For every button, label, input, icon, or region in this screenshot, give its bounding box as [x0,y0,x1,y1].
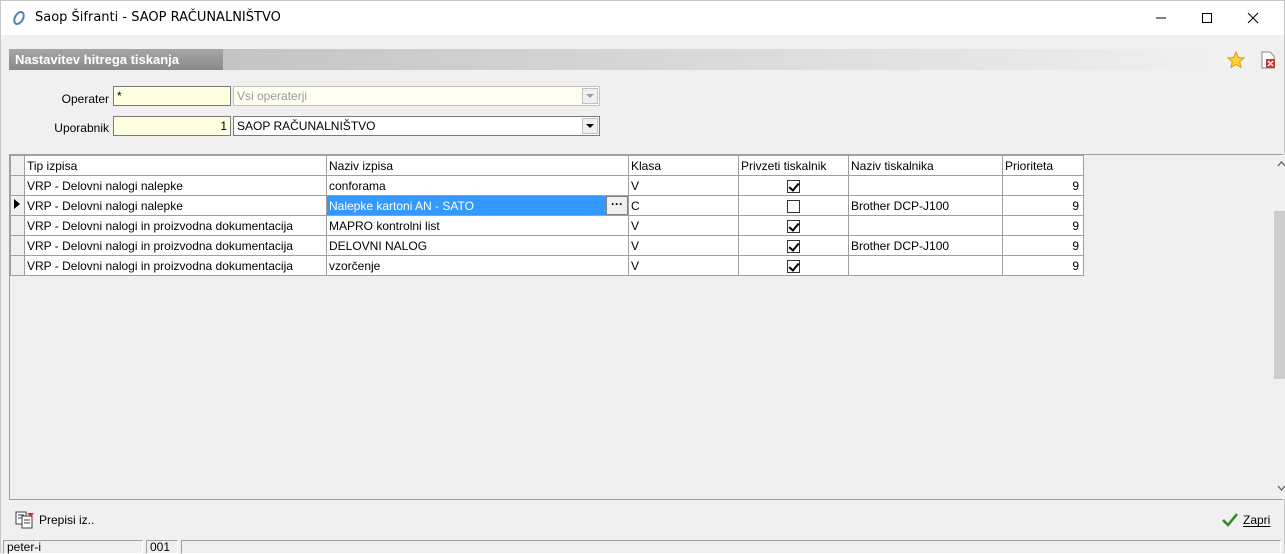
checkbox-checked[interactable] [787,259,800,273]
window-title: Saop Šifranti - SAOP RAČUNALNIŠTVO [35,10,281,25]
cell-naziv[interactable]: vzorčenje [326,255,629,276]
cell-tip[interactable]: VRP - Delovni nalogi in proizvodna dokum… [24,255,327,276]
cell-naziv[interactable]: conforama [326,175,629,196]
table-row[interactable]: VRP - Delovni nalogi nalepke conforama V… [10,175,1084,196]
column-header-prioriteta[interactable]: Prioriteta [1002,155,1084,176]
cell-tiskalnik[interactable]: Brother DCP-J100 [848,195,1003,216]
cell-klasa[interactable]: C [628,195,739,216]
checkbox-checked[interactable] [787,219,800,233]
column-header-klasa[interactable]: Klasa [628,155,739,176]
panel-title-gradient [223,49,1223,70]
checkbox-checked[interactable] [787,239,800,253]
cell-tiskalnik[interactable] [848,255,1003,276]
vertical-scrollbar[interactable] [1273,155,1285,499]
table-row[interactable]: VRP - Delovni nalogi in proizvodna dokum… [10,235,1084,256]
grid-table: Tip izpisa Naziv izpisa Klasa Privzeti t… [10,155,1084,276]
row-indicator[interactable] [10,215,25,236]
copy-documents-icon [15,511,34,529]
scroll-down-icon[interactable] [1277,485,1285,491]
title-bar: Saop Šifranti - SAOP RAČUNALNIŠTVO [1,1,1284,35]
status-bar: peter-i 001 [1,539,1284,554]
operater-name-dropdown[interactable]: Vsi operaterji [233,86,600,106]
grid-header-row: Tip izpisa Naziv izpisa Klasa Privzeti t… [10,155,1084,176]
table-row[interactable]: VRP - Delovni nalogi in proizvodna dokum… [10,255,1084,276]
cell-klasa[interactable]: V [628,235,739,256]
cell-klasa[interactable]: V [628,215,739,236]
prepisi-label: Prepisi iz.. [39,513,95,527]
scroll-up-icon[interactable] [1277,161,1285,167]
cell-prioriteta[interactable]: 9 [1002,235,1084,256]
cell-naziv-editing[interactable]: Nalepke kartoni AN - SATO ··· [326,195,629,216]
cell-naziv[interactable]: MAPRO kontrolni list [326,215,629,236]
checkbox-checked[interactable] [787,179,800,193]
cell-tip[interactable]: VRP - Delovni nalogi nalepke [24,195,327,216]
table-row[interactable]: VRP - Delovni nalogi in proizvodna dokum… [10,215,1084,236]
uporabnik-name-value: SAOP RAČUNALNIŠTVO [237,119,376,133]
column-header-privzeti-tiskalnik[interactable]: Privzeti tiskalnik [738,155,849,176]
row-indicator-current[interactable] [10,195,25,216]
cell-tip[interactable]: VRP - Delovni nalogi in proizvodna dokum… [24,215,327,236]
zapri-label: Zapri [1243,513,1271,527]
panel-title: Nastavitev hitrega tiskanja [9,49,223,70]
column-header-tip-izpisa[interactable]: Tip izpisa [24,155,327,176]
ellipsis-button[interactable]: ··· [606,196,628,215]
zapri-button[interactable]: Zapri [1221,509,1270,531]
uporabnik-code-field[interactable]: 1 [113,116,231,136]
minimize-button[interactable] [1138,1,1184,35]
cell-klasa[interactable]: V [628,175,739,196]
chevron-down-icon[interactable] [582,118,598,134]
cell-privzeti[interactable] [738,175,849,196]
cell-prioriteta[interactable]: 9 [1002,195,1084,216]
cell-privzeti[interactable] [738,195,849,216]
row-indicator[interactable] [10,235,25,256]
operater-name-value: Vsi operaterji [237,89,308,103]
cell-tip[interactable]: VRP - Delovni nalogi in proizvodna dokum… [24,235,327,256]
prepisi-button[interactable]: Prepisi iz.. [15,509,94,531]
chevron-down-icon[interactable] [582,88,598,104]
cell-privzeti[interactable] [738,235,849,256]
maximize-icon [1202,13,1212,23]
cell-tiskalnik[interactable]: Brother DCP-J100 [848,235,1003,256]
favorite-star-icon[interactable] [1227,51,1245,69]
cell-privzeti[interactable] [738,255,849,276]
row-indicator-header [10,155,25,176]
current-row-arrow-icon [14,199,20,209]
status-code: 001 [146,540,178,554]
table-row-selected[interactable]: VRP - Delovni nalogi nalepke Nalepke kar… [10,195,1084,216]
checkbox-unchecked[interactable] [787,199,800,213]
close-document-icon[interactable] [1259,51,1277,69]
saop-app-icon [13,11,25,25]
cell-klasa[interactable]: V [628,255,739,276]
cell-naziv-value[interactable]: Nalepke kartoni AN - SATO [327,199,474,213]
cell-prioriteta[interactable]: 9 [1002,255,1084,276]
uporabnik-label: Uporabnik [54,121,109,135]
status-message [181,540,1281,554]
cell-tiskalnik[interactable] [848,175,1003,196]
row-indicator[interactable] [10,175,25,196]
operater-label: Operater [61,92,109,106]
cell-prioriteta[interactable]: 9 [1002,175,1084,196]
close-icon [1247,12,1259,24]
row-indicator[interactable] [10,255,25,276]
maximize-button[interactable] [1184,1,1230,35]
print-settings-grid: Tip izpisa Naziv izpisa Klasa Privzeti t… [9,154,1285,500]
cell-naziv[interactable]: DELOVNI NALOG [326,235,629,256]
scrollbar-thumb[interactable] [1274,211,1285,379]
column-header-naziv-izpisa[interactable]: Naziv izpisa [326,155,629,176]
status-user: peter-i [3,540,143,554]
cell-tiskalnik[interactable] [848,215,1003,236]
cell-tip[interactable]: VRP - Delovni nalogi nalepke [24,175,327,196]
app-window: Saop Šifranti - SAOP RAČUNALNIŠTVO Nasta… [0,0,1285,554]
cell-privzeti[interactable] [738,215,849,236]
operater-code-field[interactable]: * [113,86,231,106]
cell-prioriteta[interactable]: 9 [1002,215,1084,236]
uporabnik-name-dropdown[interactable]: SAOP RAČUNALNIŠTVO [233,116,600,136]
column-header-naziv-tiskalnika[interactable]: Naziv tiskalnika [848,155,1003,176]
close-button[interactable] [1230,1,1276,35]
checkmark-icon [1222,513,1238,527]
minimize-icon [1156,17,1166,19]
